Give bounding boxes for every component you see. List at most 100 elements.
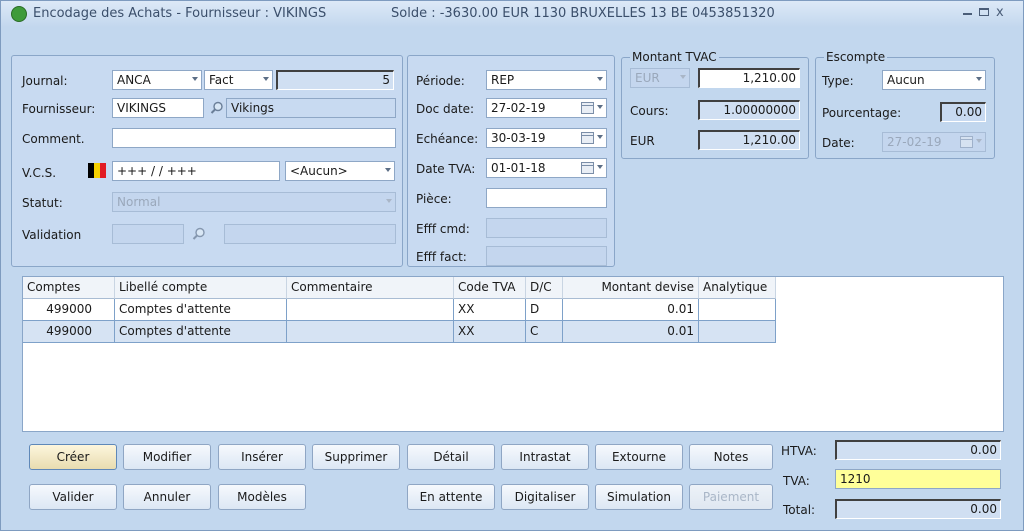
purchase-entry-window: Encodage des Achats - Fournisseur : VIKI… <box>0 0 1024 531</box>
table-cell[interactable] <box>699 321 776 343</box>
validation-name <box>224 224 396 244</box>
calendar-icon[interactable] <box>581 162 594 174</box>
simulation-button[interactable]: Simulation <box>595 484 683 510</box>
calendar-icon[interactable] <box>581 132 594 144</box>
total-value: 0.00 <box>835 499 1001 519</box>
column-header[interactable]: Libellé compte <box>115 277 287 299</box>
templates-button[interactable]: Modèles <box>218 484 306 510</box>
discount-date-label: Date: <box>822 136 855 150</box>
table-cell[interactable]: Comptes d'attente <box>115 321 287 343</box>
doc-date-label: Doc date: <box>416 102 475 116</box>
create-button[interactable]: Créer <box>29 444 117 470</box>
amount-group: Montant TVAC EUR 1,210.00 Cours: 1.00000… <box>621 50 809 159</box>
comment-input[interactable] <box>112 128 396 148</box>
column-header[interactable]: Montant devise <box>563 277 699 299</box>
supplier-input[interactable]: VIKINGS <box>112 98 204 118</box>
column-header[interactable]: Commentaire <box>287 277 454 299</box>
amount-input[interactable]: 1,210.00 <box>698 68 800 88</box>
window-title: Encodage des Achats - Fournisseur : VIKI… <box>33 6 327 21</box>
due-date-label: Echéance: <box>416 132 479 146</box>
column-header[interactable]: Code TVA <box>454 277 526 299</box>
column-header[interactable]: D/C <box>526 277 563 299</box>
currency-select: EUR <box>630 68 690 88</box>
piece-label: Pièce: <box>416 192 452 206</box>
rate-label: Cours: <box>630 104 669 118</box>
digitalize-button[interactable]: Digitaliser <box>501 484 589 510</box>
journal-label: Journal: <box>22 74 68 88</box>
table-cell[interactable]: 0.01 <box>563 299 699 321</box>
reversal-button[interactable]: Extourne <box>595 444 683 470</box>
piece-input[interactable] <box>486 188 607 208</box>
status-select: Normal <box>112 192 396 212</box>
pending-button[interactable]: En attente <box>407 484 495 510</box>
calendar-icon[interactable] <box>581 102 594 114</box>
close-icon[interactable]: x <box>996 5 1004 20</box>
column-header[interactable]: Comptes <box>23 277 115 299</box>
supplier-name: Vikings <box>226 98 396 118</box>
detail-button[interactable]: Détail <box>407 444 495 470</box>
modify-button[interactable]: Modifier <box>123 444 211 470</box>
table-cell[interactable] <box>699 299 776 321</box>
table-cell[interactable]: Comptes d'attente <box>115 299 287 321</box>
comment-label: Comment. <box>22 132 85 146</box>
discount-group-title: Escompte <box>824 50 888 64</box>
chevron-down-icon <box>385 168 391 172</box>
status-label: Statut: <box>22 196 63 210</box>
maximize-icon[interactable] <box>979 8 989 16</box>
chevron-down-icon <box>192 77 198 81</box>
vcs-option-select[interactable]: <Aucun> <box>285 161 395 181</box>
delete-button[interactable]: Supprimer <box>312 444 400 470</box>
notes-button[interactable]: Notes <box>689 444 773 470</box>
discount-pct-label: Pourcentage: <box>822 106 902 120</box>
table-cell[interactable] <box>287 299 454 321</box>
eur-label: EUR <box>630 134 655 148</box>
table-cell[interactable]: D <box>526 299 563 321</box>
total-label: Total: <box>783 503 816 517</box>
search-icon[interactable] <box>210 101 224 115</box>
eur-value: 1,210.00 <box>698 130 800 150</box>
tva-input[interactable]: 1210 <box>835 469 1001 489</box>
payment-button: Paiement <box>689 484 773 510</box>
amount-group-title: Montant TVAC <box>630 50 719 64</box>
table-cell[interactable]: C <box>526 321 563 343</box>
table-cell[interactable]: XX <box>454 299 526 321</box>
column-header[interactable]: Analytique <box>699 277 776 299</box>
vcs-input[interactable]: +++ / / +++ <box>112 161 280 181</box>
discount-pct-input[interactable]: 0.00 <box>940 102 986 122</box>
rate-value: 1.00000000 <box>698 100 800 120</box>
discount-type-label: Type: <box>822 74 854 88</box>
cancel-button[interactable]: Annuler <box>123 484 211 510</box>
insert-button[interactable]: Insérer <box>218 444 306 470</box>
doc-date-picker[interactable]: 27-02-19 <box>486 98 607 118</box>
journal-type-select[interactable]: Fact <box>204 70 273 90</box>
journal-select[interactable]: ANCA <box>112 70 202 90</box>
search-icon[interactable] <box>192 227 206 241</box>
supplier-label: Fournisseur: <box>22 102 96 116</box>
htva-label: HTVA: <box>781 444 817 458</box>
period-select[interactable]: REP <box>486 70 607 90</box>
table-cell[interactable] <box>287 321 454 343</box>
accounts-grid: Comptes Libellé compte Commentaire Code … <box>22 276 1004 432</box>
app-icon <box>11 6 27 22</box>
eff-cmd-input <box>486 218 607 238</box>
discount-group: Escompte Type: Aucun Pourcentage: 0.00 D… <box>815 50 995 159</box>
period-label: Période: <box>416 74 465 88</box>
minimize-icon[interactable] <box>963 13 972 15</box>
validation-label: Validation <box>22 228 82 242</box>
chevron-down-icon <box>263 77 269 81</box>
discount-date-picker: 27-02-19 <box>882 132 986 152</box>
intrastat-button[interactable]: Intrastat <box>501 444 589 470</box>
discount-type-select[interactable]: Aucun <box>882 70 986 90</box>
journal-number: 5 <box>276 70 394 90</box>
due-date-picker[interactable]: 30-03-19 <box>486 128 607 148</box>
table-cell[interactable]: 499000 <box>23 321 115 343</box>
supplier-balance: Solde : -3630.00 EUR 1130 BRUXELLES 13 B… <box>391 6 775 21</box>
validate-button[interactable]: Valider <box>29 484 117 510</box>
table-cell[interactable]: 499000 <box>23 299 115 321</box>
validation-input <box>112 224 184 244</box>
header-panel: Journal: ANCA Fact 5 Fournisseur: VIKING… <box>11 55 403 267</box>
chevron-down-icon <box>597 165 603 169</box>
vat-date-picker[interactable]: 01-01-18 <box>486 158 607 178</box>
table-cell[interactable]: XX <box>454 321 526 343</box>
table-cell[interactable]: 0.01 <box>563 321 699 343</box>
